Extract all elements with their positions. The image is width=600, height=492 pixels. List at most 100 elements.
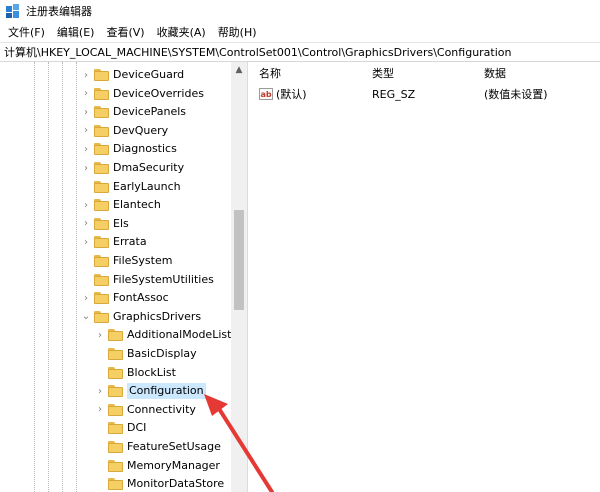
folder-icon bbox=[108, 441, 123, 453]
tree-item[interactable]: ⌄ GraphicsDrivers bbox=[80, 308, 201, 326]
tree-item[interactable]: FileSystem bbox=[80, 252, 172, 270]
tree-item-label: AdditionalModeLists bbox=[127, 328, 238, 342]
regedit-icon bbox=[6, 4, 20, 18]
chevron-right-icon[interactable]: › bbox=[94, 382, 106, 400]
menu-file[interactable]: 文件(F) bbox=[4, 24, 49, 40]
folder-icon bbox=[94, 69, 109, 81]
tree-item-label: DeviceOverrides bbox=[113, 86, 204, 100]
tree-item[interactable]: MonitorDataStore bbox=[94, 475, 224, 492]
folder-icon bbox=[94, 310, 109, 323]
tree-item[interactable]: › Connectivity bbox=[94, 401, 196, 419]
chevron-right-icon[interactable]: › bbox=[80, 85, 92, 103]
chevron-right-icon[interactable]: › bbox=[80, 233, 92, 251]
folder-icon bbox=[94, 87, 109, 100]
tree-scrollbar[interactable]: ▲ bbox=[231, 62, 247, 492]
folder-icon bbox=[94, 162, 109, 174]
tree-item-label: Connectivity bbox=[127, 402, 196, 416]
tree-item-label: DeviceGuard bbox=[113, 68, 185, 81]
address-bar[interactable]: 计算机\HKEY_LOCAL_MACHINE\SYSTEM\ControlSet… bbox=[0, 42, 600, 62]
tree-item-label: Errata bbox=[113, 235, 147, 249]
folder-icon bbox=[94, 273, 109, 286]
column-type-header[interactable]: 类型 bbox=[362, 65, 474, 81]
string-value-icon: ab bbox=[259, 88, 273, 100]
tree-item-label: GraphicsDrivers bbox=[113, 309, 202, 323]
values-header: 名称 类型 数据 bbox=[249, 62, 600, 84]
folder-icon bbox=[108, 348, 123, 360]
chevron-right-icon[interactable]: › bbox=[80, 140, 92, 158]
folder-icon bbox=[108, 403, 123, 416]
column-data-header[interactable]: 数据 bbox=[474, 65, 600, 81]
tree-item[interactable]: MemoryManager bbox=[94, 457, 220, 475]
folder-icon bbox=[94, 217, 109, 230]
chevron-down-icon[interactable]: ⌄ bbox=[80, 308, 92, 326]
folder-icon bbox=[94, 106, 109, 119]
chevron-right-icon[interactable]: › bbox=[80, 66, 92, 84]
column-name-header[interactable]: 名称 bbox=[249, 65, 362, 81]
menu-edit[interactable]: 编辑(E) bbox=[53, 24, 99, 40]
tree-item-label: FeatureSetUsage bbox=[127, 440, 221, 453]
tree-item[interactable]: BasicDisplay bbox=[94, 345, 197, 363]
scroll-thumb[interactable] bbox=[234, 210, 244, 310]
address-path[interactable]: 计算机\HKEY_LOCAL_MACHINE\SYSTEM\ControlSet… bbox=[4, 44, 512, 60]
chevron-right-icon[interactable]: › bbox=[80, 196, 92, 214]
tree-item-label: DmaSecurity bbox=[113, 161, 185, 174]
tree-item[interactable]: › Els bbox=[80, 215, 129, 233]
tree-item[interactable]: › DevQuery bbox=[80, 122, 168, 140]
tree-item-label: FileSystemUtilities bbox=[113, 272, 214, 286]
tree-item[interactable]: FileSystemUtilities bbox=[80, 271, 214, 289]
chevron-right-icon[interactable]: › bbox=[80, 159, 92, 177]
tree-item-label: BasicDisplay bbox=[127, 347, 197, 360]
tree-item-label: DevQuery bbox=[113, 123, 169, 137]
folder-icon bbox=[94, 292, 109, 305]
tree-item[interactable]: › Elantech bbox=[80, 196, 161, 214]
tree-item[interactable]: › FontAssoc bbox=[80, 289, 169, 307]
values-pane[interactable]: 名称 类型 数据 ab (默认) REG_SZ (数值未设置) bbox=[249, 62, 600, 492]
tree-item-label: Els bbox=[113, 216, 129, 230]
chevron-right-icon[interactable]: › bbox=[80, 103, 92, 121]
tree-item[interactable]: › Configuration bbox=[94, 382, 206, 400]
tree-item-label: DevicePanels bbox=[113, 105, 187, 119]
folder-icon bbox=[108, 422, 123, 435]
tree-item-label: Diagnostics bbox=[113, 142, 177, 156]
folder-icon bbox=[94, 143, 109, 156]
tree-item-label: EarlyLaunch bbox=[113, 179, 181, 193]
folder-icon bbox=[94, 180, 109, 193]
window-title: 注册表编辑器 bbox=[26, 5, 92, 18]
menu-help[interactable]: 帮助(H) bbox=[214, 24, 261, 40]
tree-item[interactable]: BlockList bbox=[94, 364, 176, 382]
tree-item[interactable]: › DmaSecurity bbox=[80, 159, 184, 177]
chevron-right-icon[interactable]: › bbox=[80, 215, 92, 233]
folder-icon bbox=[94, 124, 109, 137]
tree-item[interactable]: › AdditionalModeLists bbox=[94, 326, 237, 344]
value-name: (默认) bbox=[276, 88, 307, 101]
scroll-up-icon[interactable]: ▲ bbox=[231, 62, 247, 78]
tree-item[interactable]: › Diagnostics bbox=[80, 140, 177, 158]
menu-view[interactable]: 查看(V) bbox=[102, 24, 148, 40]
tree-item[interactable]: FeatureSetUsage bbox=[94, 438, 221, 456]
folder-icon bbox=[94, 199, 109, 212]
chevron-right-icon[interactable]: › bbox=[94, 326, 106, 344]
folder-icon bbox=[108, 385, 123, 398]
tree-item[interactable]: EarlyLaunch bbox=[80, 178, 181, 196]
chevron-right-icon[interactable]: › bbox=[94, 401, 106, 419]
value-row[interactable]: ab (默认) REG_SZ (数值未设置) bbox=[249, 84, 600, 104]
tree-item[interactable]: DCI bbox=[94, 419, 146, 437]
menu-favorites[interactable]: 收藏夹(A) bbox=[153, 24, 210, 40]
tree-item[interactable]: › DevicePanels bbox=[80, 103, 186, 121]
folder-icon bbox=[94, 236, 109, 249]
tree-item[interactable]: › DeviceGuard bbox=[80, 66, 184, 84]
tree-item[interactable]: › DeviceOverrides bbox=[80, 85, 204, 103]
chevron-right-icon[interactable]: › bbox=[80, 289, 92, 307]
tree-item[interactable]: › Errata bbox=[80, 233, 147, 251]
key-tree[interactable]: › DeviceGuard › DeviceOverrides › DevicePanel… bbox=[0, 62, 248, 492]
folder-icon bbox=[94, 255, 109, 267]
value-type: REG_SZ bbox=[372, 87, 416, 101]
chevron-right-icon[interactable]: › bbox=[80, 122, 92, 140]
